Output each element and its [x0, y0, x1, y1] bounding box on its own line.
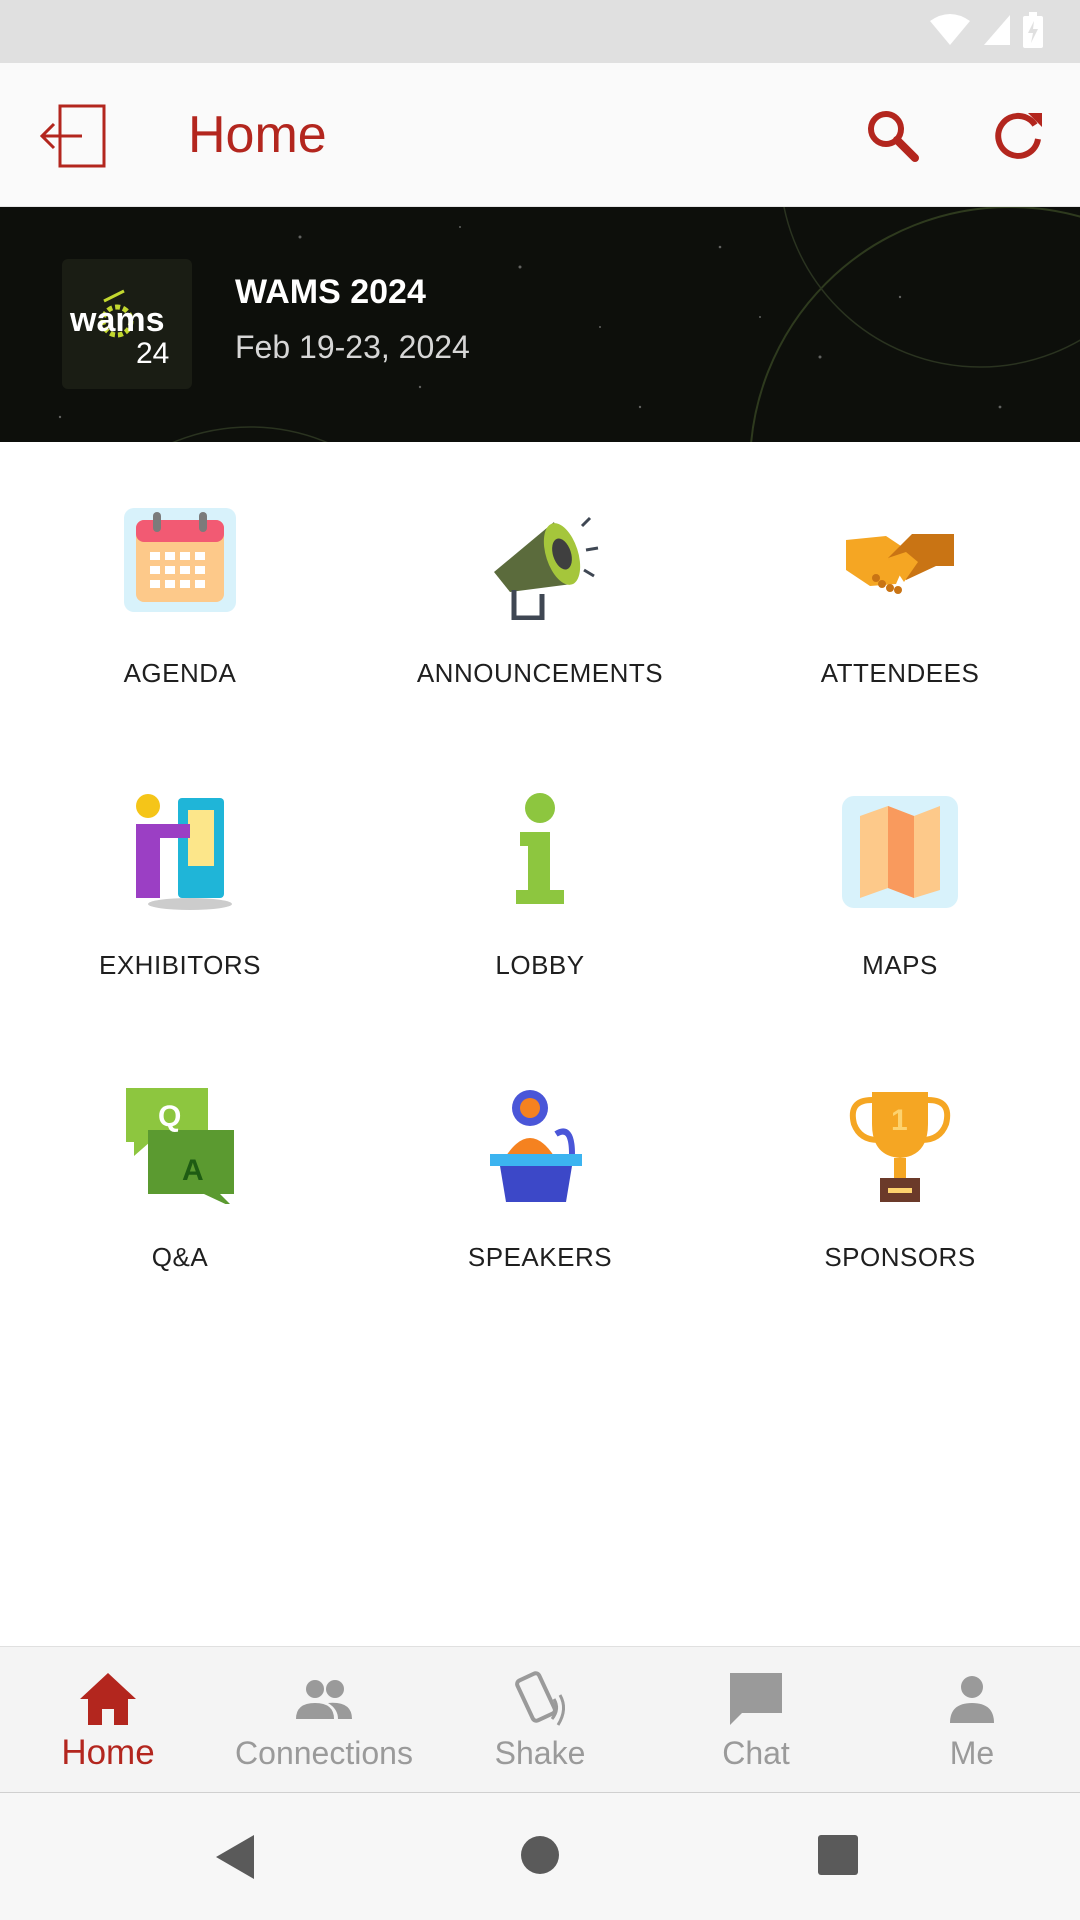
qa-bubbles-icon: Q A — [126, 1088, 234, 1204]
speaker-podium-icon — [490, 1090, 582, 1202]
trophy-icon: 1 — [849, 1092, 951, 1202]
nav-connections[interactable]: Connections — [216, 1647, 432, 1794]
logo-text-top: wams — [69, 301, 165, 339]
nav-label: Home — [61, 1733, 155, 1772]
exhibitor-booth-icon — [136, 794, 232, 910]
tile-label: ATTENDEES — [820, 658, 980, 688]
system-navigation-bar — [0, 1793, 1080, 1920]
person-icon — [950, 1676, 994, 1723]
tile-label: SPEAKERS — [467, 1242, 613, 1272]
recents-square-icon[interactable] — [818, 1835, 858, 1875]
signal-icon — [984, 15, 1010, 45]
tile-speakers[interactable]: SPEAKERS — [360, 1026, 720, 1318]
event-dates: Feb 19-23, 2024 — [235, 329, 470, 365]
tile-label: AGENDA — [123, 658, 237, 688]
nav-home[interactable]: Home — [0, 1647, 216, 1794]
event-logo: wams 24 — [62, 259, 192, 389]
status-bar — [0, 0, 1080, 63]
svg-text:Q: Q — [158, 1100, 181, 1133]
nav-label: Connections — [235, 1735, 413, 1771]
home-icon — [80, 1673, 136, 1725]
nav-label: Me — [949, 1735, 995, 1771]
nav-label: Chat — [722, 1735, 790, 1771]
wifi-icon — [930, 14, 970, 45]
tile-attendees[interactable]: ATTENDEES — [720, 442, 1080, 734]
bottom-navigation: Home Connections Shake Chat Me — [0, 1646, 1080, 1793]
tile-exhibitors[interactable]: EXHIBITORS — [0, 734, 360, 1026]
nav-shake[interactable]: Shake — [432, 1647, 648, 1794]
logo-text-bottom: 24 — [136, 337, 169, 370]
battery-icon — [1023, 12, 1043, 48]
handshake-icon — [846, 534, 954, 594]
info-icon — [516, 793, 564, 904]
megaphone-icon — [494, 516, 599, 620]
nav-me[interactable]: Me — [864, 1647, 1080, 1794]
nav-label: Shake — [494, 1735, 586, 1771]
svg-text:1: 1 — [891, 1104, 908, 1137]
tile-label: Q&A — [151, 1242, 209, 1272]
tile-sponsors[interactable]: 1 SPONSORS — [720, 1026, 1080, 1318]
tile-label: SPONSORS — [824, 1242, 976, 1272]
tile-label: MAPS — [862, 950, 938, 980]
event-name: WAMS 2024 — [235, 273, 426, 311]
event-banner[interactable]: wams 24 WAMS 2024 Feb 19-23, 2024 — [0, 207, 1080, 442]
tile-maps[interactable]: MAPS — [720, 734, 1080, 1026]
tile-announcements[interactable]: ANNOUNCEMENTS — [360, 442, 720, 734]
back-triangle-icon[interactable] — [214, 1833, 258, 1881]
nav-chat[interactable]: Chat — [648, 1647, 864, 1794]
page-title: Home — [188, 106, 327, 164]
home-circle-icon[interactable] — [520, 1835, 560, 1875]
tile-agenda[interactable]: AGENDA — [0, 442, 360, 734]
people-icon — [296, 1680, 352, 1719]
search-icon[interactable] — [862, 105, 922, 165]
shake-phone-icon — [515, 1671, 565, 1726]
tile-qa[interactable]: Q A Q&A — [0, 1026, 360, 1318]
calendar-icon — [124, 508, 236, 612]
chat-icon — [730, 1673, 782, 1725]
svg-text:A: A — [182, 1154, 204, 1187]
tile-label: EXHIBITORS — [98, 950, 261, 980]
exit-icon[interactable] — [38, 103, 108, 169]
app-bar: Home — [0, 63, 1080, 207]
refresh-icon[interactable] — [988, 105, 1048, 165]
tile-lobby[interactable]: LOBBY — [360, 734, 720, 1026]
tile-label: LOBBY — [495, 950, 585, 980]
map-icon — [842, 796, 958, 908]
tile-label: ANNOUNCEMENTS — [416, 658, 664, 688]
